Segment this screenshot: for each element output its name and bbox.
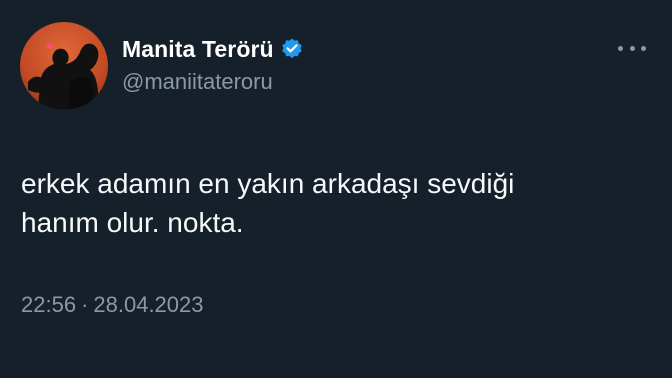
meta-separator: · xyxy=(81,292,89,317)
tweet-card: Manita Terörü @maniitateroru erkek adamı… xyxy=(0,0,672,378)
more-horizontal-icon[interactable] xyxy=(618,38,646,58)
more-dot xyxy=(641,45,646,51)
more-dot xyxy=(629,45,635,51)
tweet-text-line: hanım olur. nokta. xyxy=(21,207,244,238)
author-identity: Manita Terörü @maniitateroru xyxy=(122,33,304,95)
tweet-text-line: erkek adamın en yakın arkadaşı sevdiği xyxy=(21,168,515,199)
author-name-row: Manita Terörü xyxy=(122,33,304,65)
more-dot xyxy=(618,45,623,51)
avatar[interactable] xyxy=(20,22,108,110)
author-display-name[interactable]: Manita Terörü xyxy=(122,36,274,63)
author-handle[interactable]: @maniitateroru xyxy=(122,69,304,95)
avatar-image xyxy=(20,22,108,110)
tweet-text: erkek adamın en yakın arkadaşı sevdiği h… xyxy=(21,164,641,242)
tweet-date: 28.04.2023 xyxy=(93,292,204,317)
tweet-timestamp[interactable]: 22:56 · 28.04.2023 xyxy=(21,292,204,318)
verified-badge-icon xyxy=(280,37,304,61)
tweet-time: 22:56 xyxy=(21,292,77,317)
